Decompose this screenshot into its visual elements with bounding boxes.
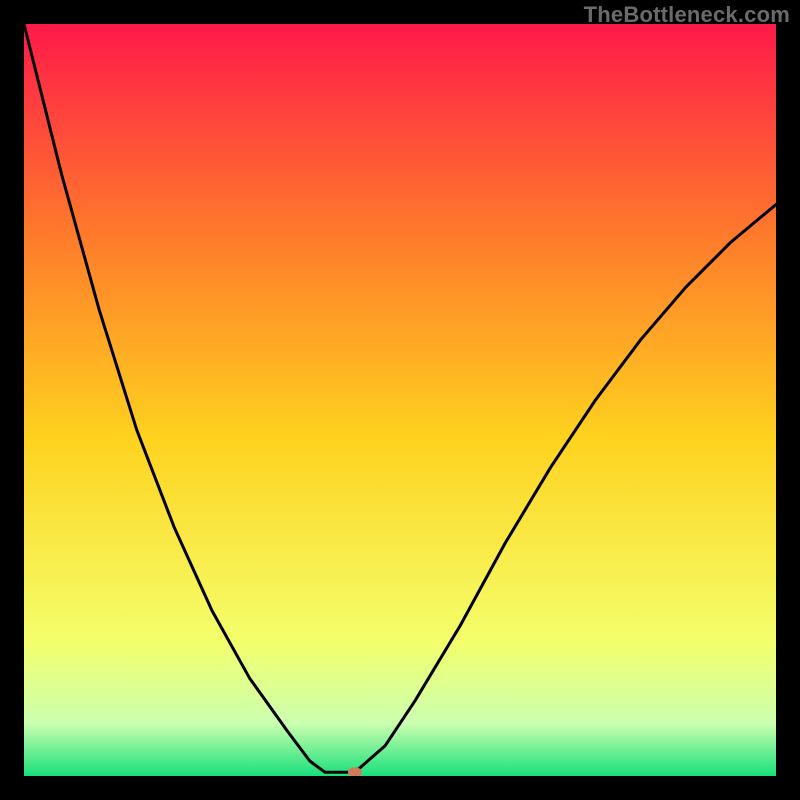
bottleneck-plot [24, 24, 776, 776]
gradient-background [24, 24, 776, 776]
watermark-text: TheBottleneck.com [584, 2, 790, 28]
chart-frame [24, 24, 776, 776]
